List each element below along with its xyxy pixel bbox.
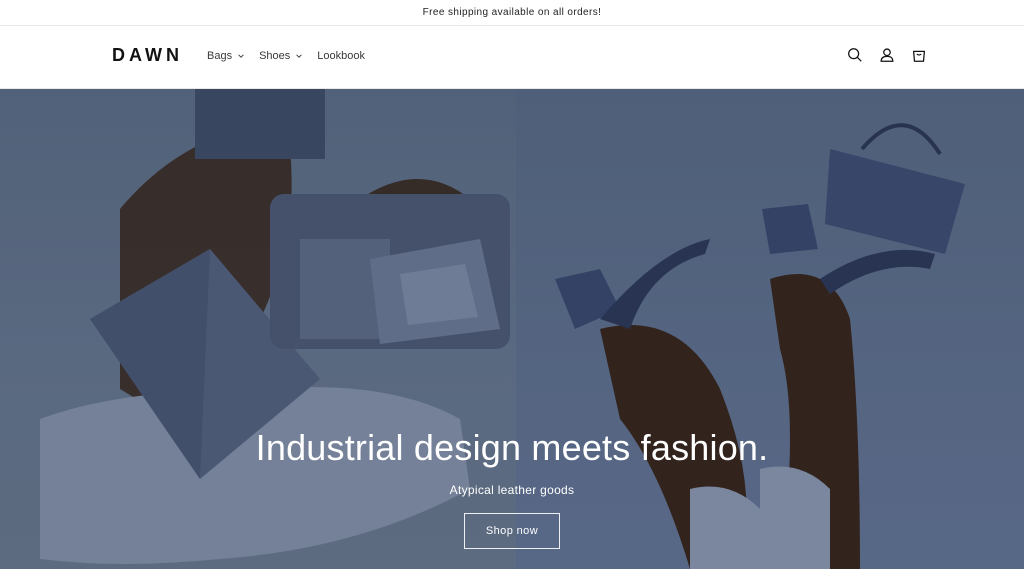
nav-item-label: Shoes [259, 50, 291, 62]
account-icon[interactable] [878, 46, 896, 64]
hero-title: Industrial design meets fashion. [255, 427, 769, 468]
site-header: DAWN Bags Shoes Lookbook [0, 26, 1024, 89]
header-icons [846, 46, 928, 64]
nav-item-lookbook[interactable]: Lookbook [317, 50, 365, 62]
nav-item-shoes[interactable]: Shoes [259, 50, 303, 62]
nav-item-label: Lookbook [317, 50, 365, 62]
store-logo[interactable]: DAWN [112, 45, 183, 66]
main-nav: Bags Shoes Lookbook [207, 50, 365, 62]
hero-content: Industrial design meets fashion. Atypica… [0, 427, 1024, 549]
announcement-bar: Free shipping available on all orders! [0, 0, 1024, 26]
search-icon[interactable] [846, 46, 864, 64]
shop-now-button[interactable]: Shop now [464, 513, 560, 549]
cart-icon[interactable] [910, 46, 928, 64]
chevron-down-icon [296, 54, 303, 58]
nav-item-label: Bags [207, 50, 233, 62]
hero-subtitle: Atypical leather goods [449, 483, 575, 497]
nav-item-bags[interactable]: Bags [207, 50, 245, 62]
announcement-text: Free shipping available on all orders! [422, 7, 602, 18]
chevron-down-icon [238, 54, 244, 58]
hero-banner: Industrial design meets fashion. Atypica… [0, 89, 1024, 569]
